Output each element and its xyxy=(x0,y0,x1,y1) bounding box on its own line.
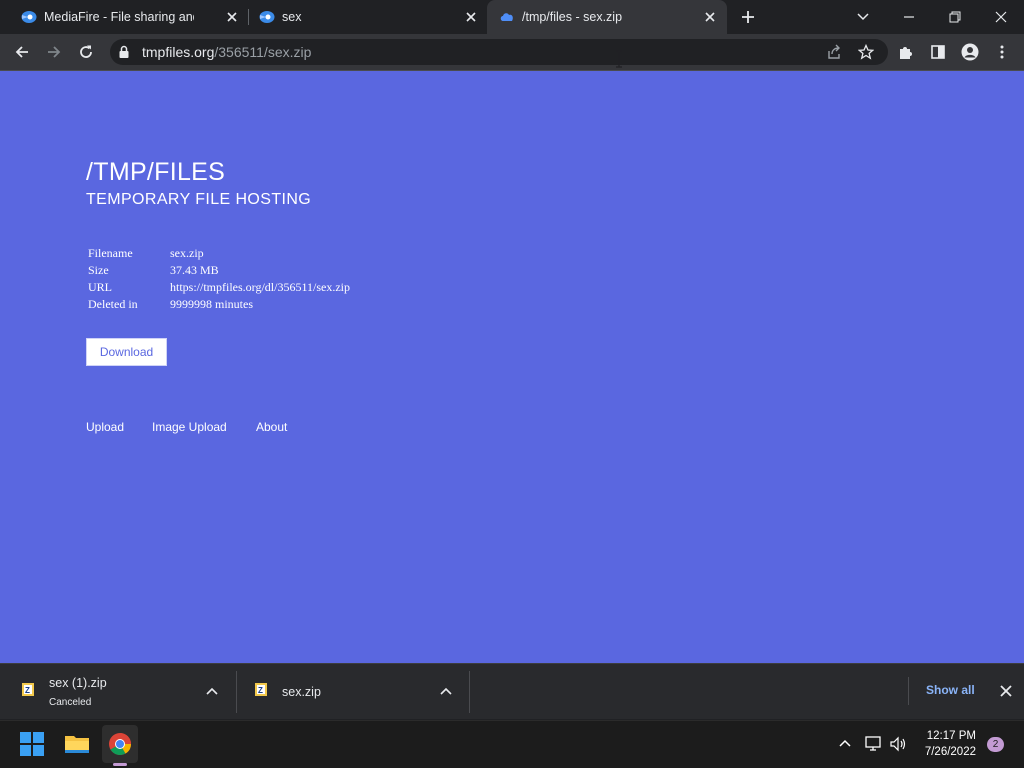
network-icon[interactable] xyxy=(864,736,882,752)
web-page: /TMP/FILES TEMPORARY FILE HOSTING Filena… xyxy=(0,71,1024,663)
download-item[interactable]: Z sex.zip xyxy=(237,663,469,719)
arrow-left-icon xyxy=(15,46,28,58)
close-downloads-icon[interactable] xyxy=(999,684,1013,698)
restore-icon xyxy=(949,11,961,23)
page-title: /TMP/FILES xyxy=(86,158,226,186)
system-clock[interactable]: 12:17 PM 7/26/2022 xyxy=(925,728,976,760)
forward-button[interactable] xyxy=(40,38,68,66)
chevron-up-icon[interactable] xyxy=(838,737,852,749)
extensions-button[interactable] xyxy=(892,38,920,66)
tab-tmpfiles[interactable]: /tmp/files - sex.zip xyxy=(487,0,727,34)
download-button[interactable]: Download xyxy=(86,338,167,366)
side-panel-button[interactable] xyxy=(924,38,952,66)
page-subtitle: TEMPORARY FILE HOSTING xyxy=(86,191,312,208)
file-explorer-button[interactable] xyxy=(59,725,95,763)
image-upload-link[interactable]: Image Upload xyxy=(152,420,227,434)
about-link[interactable]: About xyxy=(256,420,287,434)
menu-button[interactable] xyxy=(988,38,1016,66)
close-icon[interactable] xyxy=(463,9,479,25)
puzzle-icon xyxy=(900,47,912,59)
profile-icon xyxy=(961,43,979,61)
bookmark-button[interactable] xyxy=(852,38,880,66)
kebab-menu-icon xyxy=(1000,45,1004,59)
download-item[interactable]: Z sex (1).zip Canceled xyxy=(0,663,236,719)
minimize-icon xyxy=(904,16,914,18)
windows-icon xyxy=(20,732,44,756)
download-status: Canceled xyxy=(49,697,92,708)
deleted-in-value: 9999998 minutes xyxy=(170,297,253,311)
side-panel-icon xyxy=(931,45,945,59)
url-label: URL xyxy=(88,280,112,294)
url-path: /356511/sex.zip xyxy=(214,44,312,60)
text-cursor-icon xyxy=(615,50,623,68)
share-icon xyxy=(828,44,840,59)
tab-title: sex xyxy=(282,10,302,24)
new-tab-button[interactable] xyxy=(725,0,771,34)
download-filename: sex.zip xyxy=(282,685,321,699)
download-divider xyxy=(908,677,909,705)
notification-badge[interactable]: 2 xyxy=(987,737,1004,752)
size-value: 37.43 MB xyxy=(170,263,219,277)
download-filename: sex (1).zip xyxy=(49,676,107,690)
clock-date: 7/26/2022 xyxy=(924,746,976,758)
download-divider xyxy=(469,671,470,713)
url-text[interactable]: tmpfiles.org/356511/sex.zip xyxy=(142,44,311,60)
close-icon xyxy=(995,11,1007,23)
share-button[interactable] xyxy=(820,38,848,66)
url-value: https://tmpfiles.org/dl/356511/sex.zip xyxy=(170,280,350,294)
volume-icon[interactable] xyxy=(889,736,907,752)
zip-file-icon: Z xyxy=(20,682,36,698)
svg-text:Z: Z xyxy=(25,686,30,695)
profile-button[interactable] xyxy=(956,38,984,66)
filename-label: Filename xyxy=(88,246,133,260)
clock-time: 12:17 PM xyxy=(926,730,976,742)
folder-icon xyxy=(65,736,89,753)
window-close-button[interactable] xyxy=(978,0,1024,34)
size-label: Size xyxy=(88,263,109,277)
tab-title: /tmp/files - sex.zip xyxy=(522,10,623,24)
arrow-right-icon xyxy=(48,46,61,58)
chevron-up-icon[interactable] xyxy=(205,685,219,697)
active-indicator xyxy=(113,763,127,766)
tab-mediafire[interactable]: MediaFire - File sharing and stora xyxy=(0,0,248,34)
tab-sex[interactable]: sex xyxy=(238,0,486,34)
tab-search-button[interactable] xyxy=(840,0,886,34)
url-host: tmpfiles.org xyxy=(142,44,215,60)
restore-button[interactable] xyxy=(932,0,978,34)
star-icon xyxy=(858,44,874,60)
plus-icon xyxy=(742,11,754,23)
zip-file-icon: Z xyxy=(253,682,269,698)
chrome-taskbar-button[interactable] xyxy=(102,725,138,766)
mediafire-icon xyxy=(258,10,275,24)
start-button[interactable] xyxy=(14,725,50,763)
filename-value: sex.zip xyxy=(170,246,204,260)
cloud-icon xyxy=(499,10,515,24)
deleted-in-label: Deleted in xyxy=(88,297,138,311)
tab-strip: MediaFire - File sharing and stora sex /… xyxy=(0,0,1024,34)
reload-button[interactable] xyxy=(72,38,100,66)
svg-text:Z: Z xyxy=(258,686,263,695)
minimize-button[interactable] xyxy=(886,0,932,34)
show-all-button[interactable]: Show all xyxy=(926,683,975,697)
chevron-up-icon[interactable] xyxy=(439,685,453,697)
chevron-down-icon xyxy=(857,13,869,21)
close-icon[interactable] xyxy=(702,9,718,25)
reload-icon xyxy=(80,45,92,58)
upload-link[interactable]: Upload xyxy=(86,420,124,434)
chrome-icon xyxy=(109,733,131,755)
mediafire-icon xyxy=(20,10,37,24)
tab-title: MediaFire - File sharing and stora xyxy=(44,10,194,24)
lock-icon[interactable] xyxy=(118,45,130,59)
back-button[interactable] xyxy=(8,38,36,66)
